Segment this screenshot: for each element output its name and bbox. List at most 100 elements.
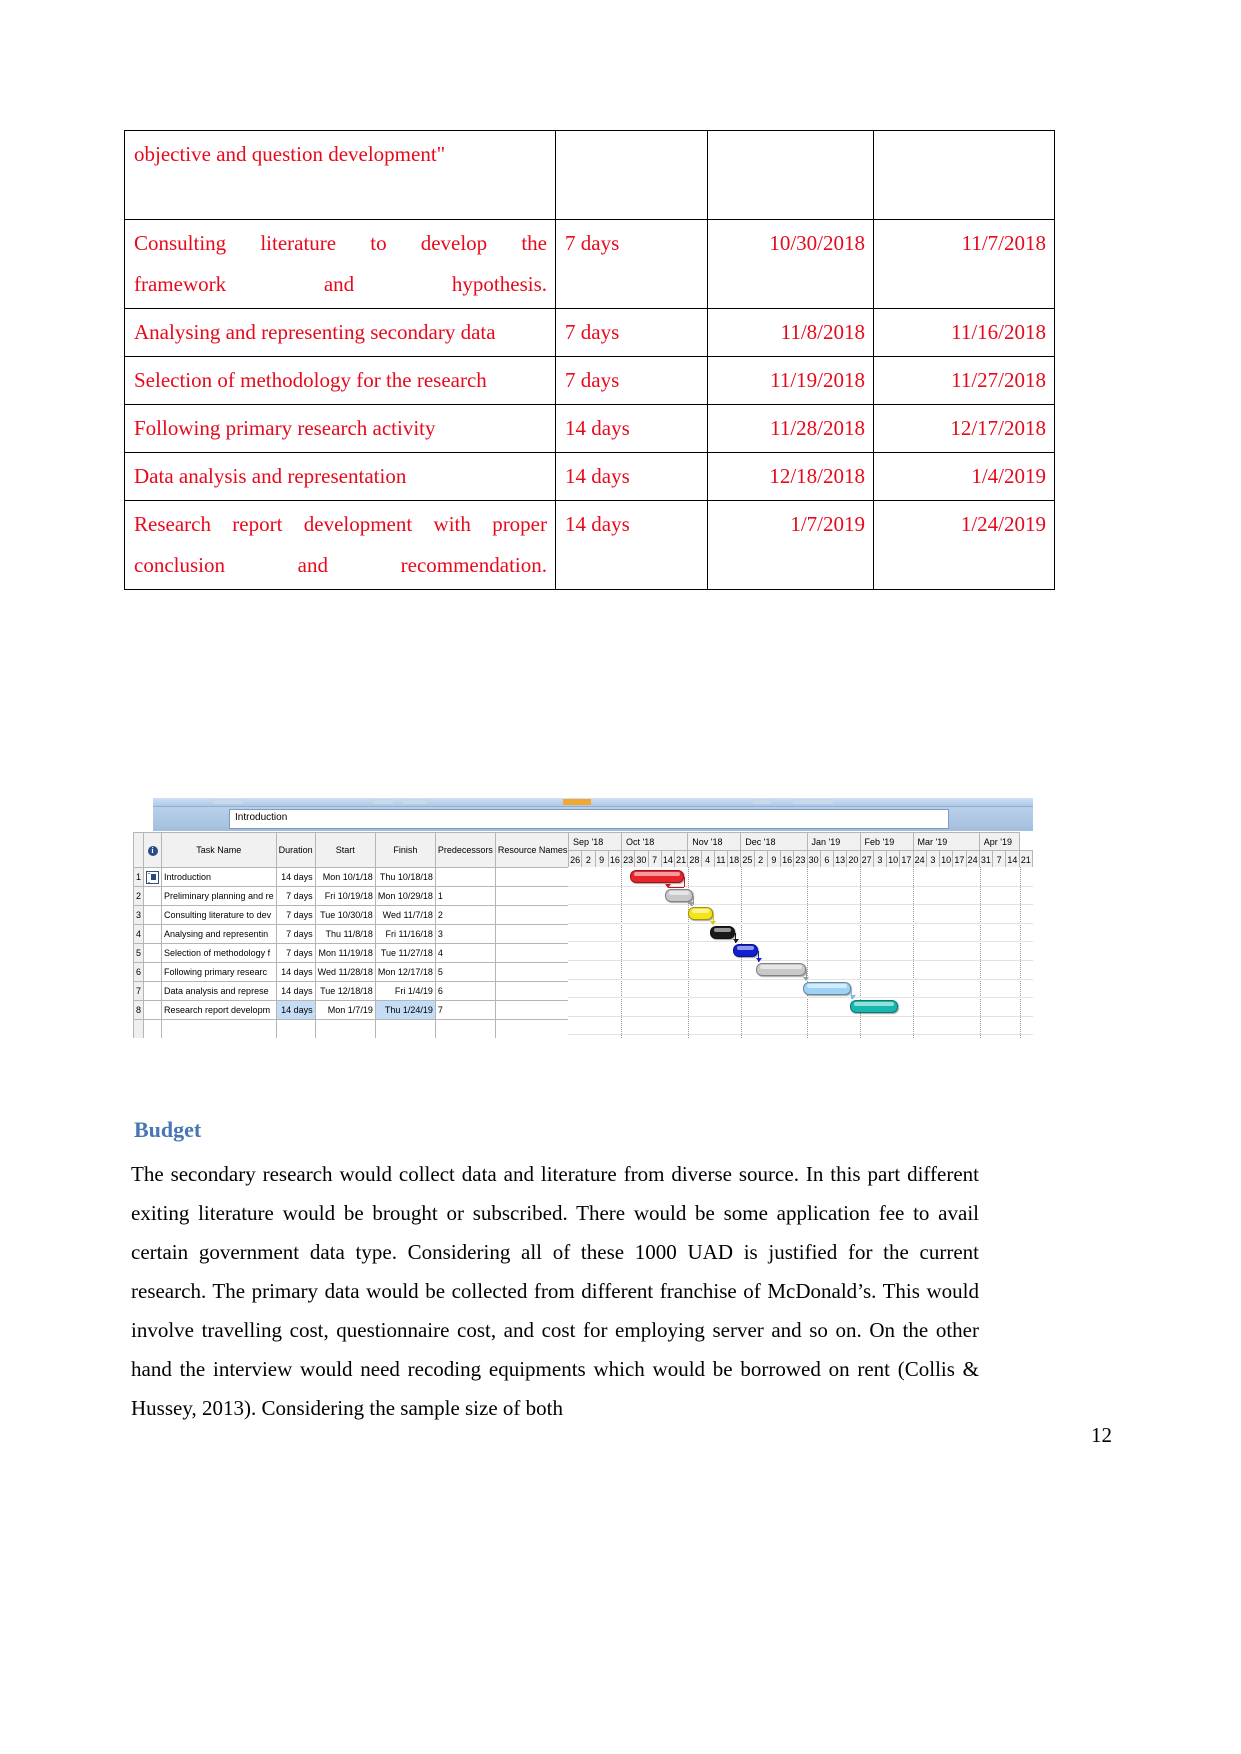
duration-cell[interactable]: 14 days xyxy=(275,867,316,887)
task-name-cell[interactable]: Preliminary planning and re xyxy=(161,886,277,906)
predecessors-cell[interactable]: 7 xyxy=(434,1000,496,1020)
indicator-cell[interactable] xyxy=(143,962,163,982)
task-name-cell[interactable]: Data analysis and represe xyxy=(161,981,277,1001)
task-row[interactable]: 8 Research report developm 14 days Mon 1/7/… xyxy=(133,1000,571,1020)
task-row[interactable]: 1 Introduction 14 days Mon 10/1/18 Thu 10/18… xyxy=(133,867,571,887)
indicator-cell[interactable] xyxy=(143,867,163,887)
gantt-bar[interactable] xyxy=(630,870,684,883)
duration-cell[interactable]: 14 days xyxy=(275,981,316,1001)
resources-cell[interactable] xyxy=(494,962,571,982)
task-name-cell[interactable]: Analysing and representin xyxy=(161,924,277,944)
start-cell[interactable]: Fri 10/19/18 xyxy=(314,886,376,906)
gantt-bar-area[interactable] xyxy=(568,867,1033,1038)
resources-cell[interactable] xyxy=(494,867,571,887)
gantt-bar[interactable] xyxy=(733,944,758,958)
start-cell[interactable]: Mon 1/7/19 xyxy=(314,1000,376,1020)
finish-cell[interactable]: Mon 10/29/18 xyxy=(374,886,436,906)
indicator-cell[interactable] xyxy=(143,1000,163,1020)
task-row[interactable]: 4 Analysing and representin 7 days Thu 11/8… xyxy=(133,924,571,944)
indicator-cell[interactable] xyxy=(143,924,163,944)
start-cell[interactable]: Wed 11/28/18 xyxy=(314,962,376,982)
empty-cell[interactable] xyxy=(314,1019,376,1038)
column-header-duration[interactable]: Duration xyxy=(275,832,316,868)
finish-cell[interactable]: Fri 11/16/18 xyxy=(374,924,436,944)
start-cell[interactable]: Tue 10/30/18 xyxy=(314,905,376,925)
resources-cell[interactable] xyxy=(494,905,571,925)
predecessors-cell[interactable]: 6 xyxy=(434,981,496,1001)
task-row[interactable]: 5 Selection of methodology f7 days Mon 11/… xyxy=(133,943,571,963)
task-row[interactable]: 6 Following primary researc 14 days Wed 11/… xyxy=(133,962,571,982)
gantt-bar[interactable] xyxy=(665,888,693,902)
empty-task-row[interactable] xyxy=(133,1019,571,1038)
predecessors-cell[interactable]: 1 xyxy=(434,886,496,906)
finish-cell[interactable]: Tue 11/27/18 xyxy=(374,943,436,963)
empty-cell[interactable] xyxy=(374,1019,436,1038)
column-header-resource-names[interactable]: Resource Names xyxy=(494,832,571,868)
column-header-finish[interactable]: Finish xyxy=(374,832,436,868)
entry-field[interactable]: Introduction xyxy=(229,809,949,829)
resources-cell[interactable] xyxy=(494,886,571,906)
row-id-cell[interactable]: 4 xyxy=(133,924,145,944)
predecessors-cell[interactable] xyxy=(434,867,496,887)
row-id-cell[interactable]: 8 xyxy=(133,1000,145,1020)
column-header-task-name[interactable]: Task Name xyxy=(161,832,277,868)
empty-cell[interactable] xyxy=(494,1019,571,1038)
empty-cell[interactable] xyxy=(161,1019,277,1038)
finish-cell[interactable]: Thu 1/24/19 xyxy=(374,1000,436,1020)
column-header-predecessors[interactable]: Predecessors xyxy=(434,832,496,868)
duration-cell[interactable]: 7 days xyxy=(275,905,316,925)
gantt-bar[interactable] xyxy=(850,1000,898,1014)
row-id-cell[interactable]: 5 xyxy=(133,943,145,963)
predecessors-cell[interactable]: 5 xyxy=(434,962,496,982)
empty-cell[interactable] xyxy=(143,1019,163,1038)
resources-cell[interactable] xyxy=(494,943,571,963)
row-id-cell[interactable]: 3 xyxy=(133,905,145,925)
gantt-bar[interactable] xyxy=(756,963,806,976)
finish-cell[interactable]: Wed 11/7/18 xyxy=(374,905,436,925)
duration-cell[interactable]: 7 days xyxy=(275,943,316,963)
task-name-cell[interactable]: Following primary researc xyxy=(161,962,277,982)
empty-cell[interactable] xyxy=(434,1019,496,1038)
indicator-cell[interactable] xyxy=(143,981,163,1001)
duration-cell[interactable]: 14 days xyxy=(275,962,316,982)
finish-cell[interactable]: Fri 1/4/19 xyxy=(374,981,436,1001)
task-name-cell[interactable]: Selection of methodology f xyxy=(161,943,277,963)
duration-cell[interactable]: 14 days xyxy=(275,1000,316,1020)
indicator-cell[interactable] xyxy=(143,943,163,963)
gantt-bar[interactable] xyxy=(710,925,735,939)
gantt-bar[interactable] xyxy=(803,981,851,995)
resources-cell[interactable] xyxy=(494,924,571,944)
task-row[interactable]: 7 Data analysis and represe 14 days Tue 12/… xyxy=(133,981,571,1001)
empty-cell[interactable] xyxy=(133,1019,145,1038)
indicator-cell[interactable] xyxy=(143,886,163,906)
resources-cell[interactable] xyxy=(494,1000,571,1020)
finish-cell[interactable]: Thu 10/18/18 xyxy=(374,867,436,887)
predecessors-cell[interactable]: 2 xyxy=(434,905,496,925)
task-name-cell[interactable]: Introduction xyxy=(161,867,277,887)
row-id-cell[interactable]: 7 xyxy=(133,981,145,1001)
timescale-week: 7 xyxy=(991,850,1007,869)
column-header-start[interactable]: Start xyxy=(314,832,376,868)
predecessors-cell[interactable]: 3 xyxy=(434,924,496,944)
start-cell[interactable]: Tue 12/18/18 xyxy=(314,981,376,1001)
task-row[interactable]: 3 Consulting literature to dev 7 days Tue 1… xyxy=(133,905,571,925)
duration-cell[interactable]: 7 days xyxy=(275,886,316,906)
row-id-cell[interactable]: 6 xyxy=(133,962,145,982)
start-cell[interactable]: Mon 10/1/18 xyxy=(314,867,376,887)
indicator-cell[interactable] xyxy=(143,905,163,925)
predecessors-cell[interactable]: 4 xyxy=(434,943,496,963)
gantt-bar[interactable] xyxy=(688,907,713,921)
empty-cell[interactable] xyxy=(275,1019,316,1038)
task-name-cell[interactable]: Research report developm xyxy=(161,1000,277,1020)
column-header-id[interactable] xyxy=(133,832,145,868)
finish-cell[interactable]: Mon 12/17/18 xyxy=(374,962,436,982)
resources-cell[interactable] xyxy=(494,981,571,1001)
row-id-cell[interactable]: 2 xyxy=(133,886,145,906)
duration-cell[interactable]: 7 days xyxy=(275,924,316,944)
row-id-cell[interactable]: 1 xyxy=(133,867,145,887)
start-cell[interactable]: Mon 11/19/18 xyxy=(314,943,376,963)
column-header-indicator[interactable]: i xyxy=(143,832,163,868)
task-name-cell[interactable]: Consulting literature to dev xyxy=(161,905,277,925)
start-cell[interactable]: Thu 11/8/18 xyxy=(314,924,376,944)
task-row[interactable]: 2 Preliminary planning and re 7 days Fri 10… xyxy=(133,886,571,906)
